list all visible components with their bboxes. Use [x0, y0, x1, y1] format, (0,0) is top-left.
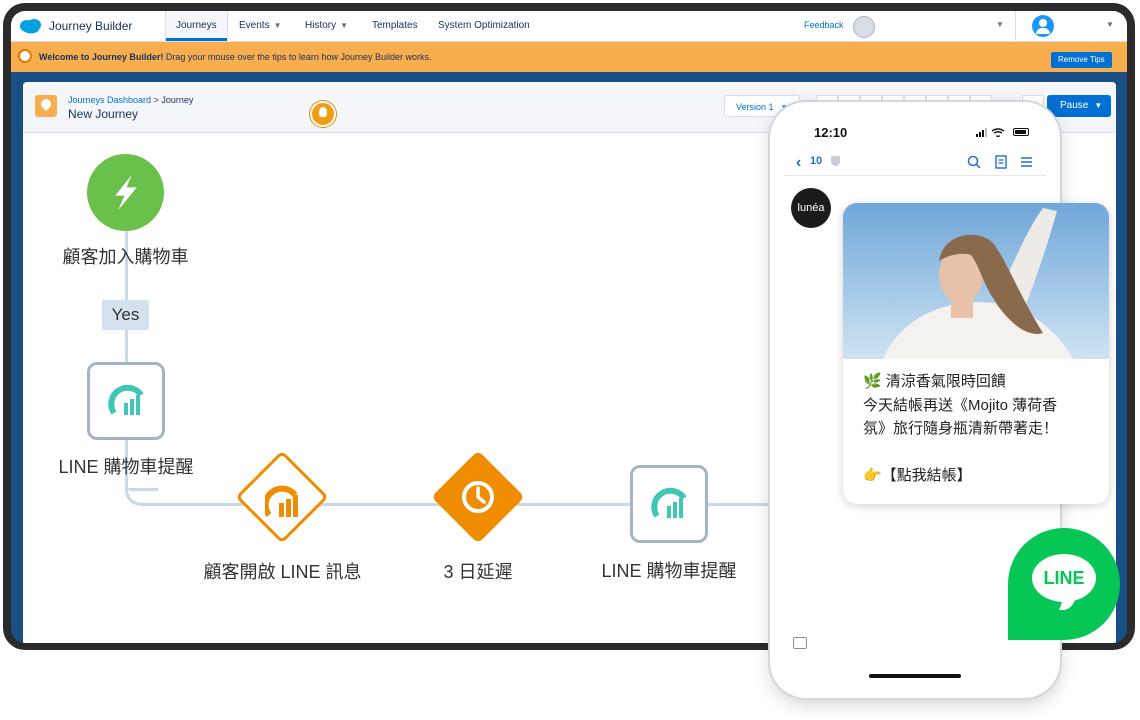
tip-body: Drag your mouse over the tips to learn h… [163, 52, 432, 62]
salesforce-cloud-icon [20, 19, 41, 34]
tab-system-optimization-label: System Optimization [438, 20, 530, 31]
engagement-split-icon [265, 485, 298, 517]
notes-icon[interactable] [995, 155, 1007, 169]
remove-tips-button[interactable]: Remove Tips [1051, 52, 1112, 68]
tip-message: Welcome to Journey Builder! Drag your mo… [39, 52, 431, 62]
message-line: 氛》旅行隨身瓶清新帶著走！ [863, 420, 1059, 437]
keyboard-icon[interactable] [793, 637, 807, 649]
breadcrumb: Journeys Dashboard > Journey [68, 95, 193, 105]
clock-icon [462, 481, 494, 513]
entry-event-node[interactable] [87, 154, 164, 231]
breadcrumb-link-journeys-dashboard[interactable]: Journeys Dashboard [68, 95, 151, 105]
message-line: 🌿 清涼香氣限時回饋 [863, 373, 1006, 390]
brand-avatar[interactable]: lunéa [791, 188, 831, 228]
checkout-link[interactable]: 👉【點我結帳】 [863, 464, 1099, 488]
journey-name[interactable]: New Journey [68, 107, 138, 121]
search-icon[interactable] [967, 155, 981, 169]
status-time: 12:10 [814, 125, 848, 140]
battery-icon [1013, 128, 1029, 136]
back-chevron-icon[interactable]: ‹ [796, 154, 801, 172]
signal-wifi-icon [976, 128, 1005, 137]
line-message-node[interactable] [87, 362, 165, 440]
feedback-link[interactable]: Feedback [804, 20, 844, 30]
promo-photo [843, 203, 1109, 359]
nav-divider [1015, 11, 1016, 41]
home-indicator [869, 674, 961, 678]
tab-system-optimization[interactable]: System Optimization [428, 11, 540, 41]
chevron-down-icon: ▼ [273, 21, 282, 30]
top-nav: Journey Builder Journeys Events ▼ History… [11, 11, 1127, 42]
shield-icon [831, 156, 840, 166]
tab-journeys[interactable]: Journeys [165, 11, 228, 41]
breadcrumb-separator: > [151, 95, 162, 105]
support-avatar[interactable] [853, 16, 875, 38]
tab-templates[interactable]: Templates [362, 11, 428, 41]
pause-label: Pause [1060, 100, 1089, 111]
tab-history-label: History [305, 20, 337, 31]
chevron-down-icon[interactable]: ▼ [996, 20, 1004, 29]
tab-history[interactable]: History ▼ [295, 11, 358, 41]
yes-branch-badge: Yes [102, 300, 149, 330]
entry-event-label: 顧客加入購物車 [62, 247, 189, 267]
message-line [863, 441, 1099, 465]
lightbulb-icon[interactable] [310, 101, 336, 127]
breadcrumb-current: Journey [161, 95, 194, 105]
tab-events[interactable]: Events ▼ [229, 11, 292, 41]
header-divider [784, 175, 1046, 176]
tip-bar: Welcome to Journey Builder! Drag your mo… [11, 42, 1127, 72]
decision-split-label: 顧客開啟 LINE 訊息 [203, 562, 362, 582]
tab-events-label: Events [239, 20, 270, 31]
line-activity-icon [651, 487, 687, 518]
tip-title: Welcome to Journey Builder! [39, 52, 164, 62]
chevron-down-icon: ▼ [340, 21, 349, 30]
line-activity-icon [108, 384, 144, 415]
line-logo-text: LINE [1043, 568, 1085, 588]
lightning-bolt-icon [115, 175, 137, 210]
chevron-down-icon: ▼ [1094, 101, 1103, 110]
pause-button[interactable]: Pause ▼ [1047, 95, 1111, 117]
message-line: 今天結帳再送《Mojito 薄荷香 [863, 396, 1058, 414]
lightbulb-icon [18, 49, 32, 63]
line-message-label-2: LINE 購物車提醒 [601, 561, 737, 581]
chevron-down-icon[interactable]: ▼ [1106, 20, 1114, 29]
line-message-node-2[interactable] [630, 465, 708, 543]
tab-templates-label: Templates [372, 20, 418, 31]
line-message-label-1: LINE 購物車提醒 [58, 457, 194, 477]
menu-icon[interactable] [1020, 156, 1033, 168]
wait-label: 3 日延遲 [443, 562, 513, 582]
tab-journeys-label: Journeys [176, 20, 217, 31]
map-pin-icon [35, 95, 57, 117]
message-text: 🌿 清涼香氣限時回饋 今天結帳再送《Mojito 薄荷香 氛》旅行隨身瓶清新帶著… [863, 370, 1099, 488]
message-card[interactable]: 🌿 清涼香氣限時回饋 今天結帳再送《Mojito 薄荷香 氛》旅行隨身瓶清新帶著… [843, 203, 1109, 504]
app-title: Journey Builder [49, 19, 133, 33]
user-avatar-icon[interactable] [1032, 15, 1054, 37]
version-label: Version 1 [736, 102, 774, 112]
unread-count[interactable]: 10 [810, 155, 822, 167]
line-logo-icon: LINE [1008, 528, 1120, 640]
